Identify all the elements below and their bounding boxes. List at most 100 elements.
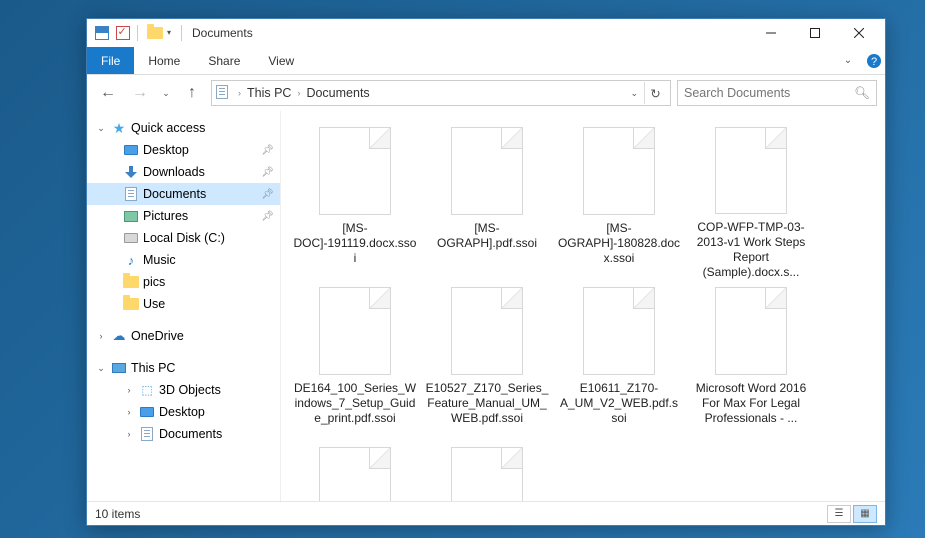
sidebar-item-pics[interactable]: pics [87,271,280,293]
sidebar-item-downloads[interactable]: Downloads 📌︎ [87,161,280,183]
title-bar: ▾ Documents [87,19,885,47]
sidebar-item-label: Music [143,253,176,267]
cloud-icon: ☁ [111,328,127,344]
chevron-right-icon[interactable]: › [123,385,135,395]
address-dropdown-icon[interactable]: ⌄ [624,88,644,99]
nav-recent-dropdown[interactable]: ⌄ [159,80,173,106]
breadcrumb[interactable]: Documents [302,86,373,100]
address-bar[interactable]: › This PC › Documents ⌄ ↻ [211,80,671,106]
close-button[interactable] [837,19,881,47]
qat-expand-icon[interactable]: ▾ [167,28,177,38]
sidebar-item-use[interactable]: Use [87,293,280,315]
sidebar-item-label: Local Disk (C:) [143,231,225,245]
help-icon[interactable]: ? [863,47,885,74]
file-item[interactable]: Microsoft Word 2016 For Max For Legal Pr… [685,283,817,443]
pin-icon: 📌︎ [261,145,274,156]
chevron-down-icon[interactable]: ⌄ [95,123,107,134]
file-name: [MS-DOC]-191119.docx.ssoi [293,221,417,266]
sidebar-item-label: Downloads [143,165,205,179]
tab-home[interactable]: Home [134,47,194,74]
qat-properties-icon[interactable] [93,25,110,42]
chevron-right-icon[interactable]: › [123,429,135,439]
file-name: [MS-OGRAPH].pdf.ssoi [425,221,549,251]
sidebar-item-desktop[interactable]: › Desktop [87,401,280,423]
search-input[interactable] [684,86,854,100]
nav-quick-access[interactable]: ⌄ ★ Quick access [87,117,280,139]
file-name: Microsoft Word 2016 For Max For Legal Pr… [689,381,813,426]
file-item[interactable]: MNL-0875.pdf.ssoi [289,443,421,501]
search-icon[interactable]: 🔍︎ [854,86,870,101]
qat-separator-2 [181,25,182,41]
tab-file[interactable]: File [87,47,134,74]
file-grid: [MS-DOC]-191119.docx.ssoi [MS-OGRAPH].pdf… [289,123,877,501]
3d-icon: ⬚ [139,382,155,398]
file-item[interactable]: DE164_100_Series_Windows_7_Setup_Guide_p… [289,283,421,443]
pin-icon: 📌︎ [261,167,274,178]
file-icon [583,287,655,375]
sidebar-item-desktop[interactable]: Desktop📌︎ [87,139,280,161]
file-icon [319,127,391,215]
chevron-right-icon[interactable]: › [95,331,107,341]
view-details-button[interactable]: ☰ [827,505,851,523]
qat-separator [137,25,138,41]
maximize-button[interactable] [793,19,837,47]
crumb-sep-icon[interactable]: › [236,88,243,98]
file-icon [451,287,523,375]
search-box[interactable]: 🔍︎ [677,80,877,106]
crumb-sep-icon[interactable]: › [295,88,302,98]
navigation-pane[interactable]: ⌄ ★ Quick access Desktop📌︎Downloads📌︎Doc… [87,111,281,501]
tab-view[interactable]: View [254,47,308,74]
nav-this-pc[interactable]: ⌄ This PC [87,357,280,379]
qat-select-icon[interactable] [114,25,131,42]
file-item[interactable]: [MS-DOC]-191119.docx.ssoi [289,123,421,283]
nav-forward-button[interactable]: → [127,80,153,106]
file-item[interactable]: [MS-OGRAPH].pdf.ssoi [421,123,553,283]
disk-icon [123,230,139,246]
file-name: [MS-OGRAPH]-180828.docx.ssoi [557,221,681,266]
file-item[interactable]: MOAC_Word_2016_Core.pdf.ssoi [421,443,553,501]
sidebar-item-documents[interactable]: ›Documents [87,423,280,445]
sidebar-item-label: Documents [143,187,206,201]
ribbon-expand-icon[interactable]: ⌄ [833,47,863,74]
file-item[interactable]: COP-WFP-TMP-03-2013-v1 Work Steps Report… [685,123,817,283]
nav-onedrive[interactable]: › ☁ OneDrive [87,325,280,347]
file-list-area[interactable]: [MS-DOC]-191119.docx.ssoi [MS-OGRAPH].pdf… [281,111,885,501]
view-icons-button[interactable]: ▦ [853,505,877,523]
music-icon: ♪ [123,252,139,268]
svg-text:?: ? [871,56,877,68]
sidebar-item-music[interactable]: ♪ Music [87,249,280,271]
nav-up-button[interactable]: ↑ [179,80,205,106]
file-name: E10611_Z170-A_UM_V2_WEB.pdf.ssoi [557,381,681,426]
refresh-button[interactable]: ↻ [644,82,666,104]
sidebar-item-documents[interactable]: Documents 📌︎ [87,183,280,205]
file-item[interactable]: E10527_Z170_Series_Feature_Manual_UM_WEB… [421,283,553,443]
status-item-count: 10 items [95,507,140,521]
pin-icon: 📌︎ [261,189,274,200]
file-icon [451,127,523,215]
docs-icon [139,426,155,442]
sidebar-item-label: 3D Objects [159,383,221,397]
sidebar-item-label: Desktop [159,405,205,419]
sidebar-item-local-disk-c-[interactable]: Local Disk (C:) [87,227,280,249]
minimize-button[interactable] [749,19,793,47]
nav-label: This PC [131,361,175,375]
chevron-right-icon[interactable]: › [123,407,135,417]
sidebar-item-pictures[interactable]: Pictures📌︎ [87,205,280,227]
file-item[interactable]: E10611_Z170-A_UM_V2_WEB.pdf.ssoi [553,283,685,443]
sidebar-item-3d-objects[interactable]: › ⬚ 3D Objects [87,379,280,401]
file-icon [715,287,787,375]
nav-back-button[interactable]: ← [95,80,121,106]
address-row: ← → ⌄ ↑ › This PC › Documents ⌄ ↻ 🔍︎ [87,75,885,111]
nav-label: OneDrive [131,329,184,343]
tab-share[interactable]: Share [194,47,254,74]
desktop-icon [123,142,139,158]
file-item[interactable]: [MS-OGRAPH]-180828.docx.ssoi [553,123,685,283]
desktop-icon [139,404,155,420]
status-bar: 10 items ☰ ▦ [87,501,885,525]
pin-icon: 📌︎ [261,211,274,222]
file-name: DE164_100_Series_Windows_7_Setup_Guide_p… [293,381,417,426]
breadcrumb[interactable]: This PC [243,86,295,100]
chevron-down-icon[interactable]: ⌄ [95,363,107,374]
file-name: E10527_Z170_Series_Feature_Manual_UM_WEB… [425,381,549,426]
dl-icon [123,164,139,180]
